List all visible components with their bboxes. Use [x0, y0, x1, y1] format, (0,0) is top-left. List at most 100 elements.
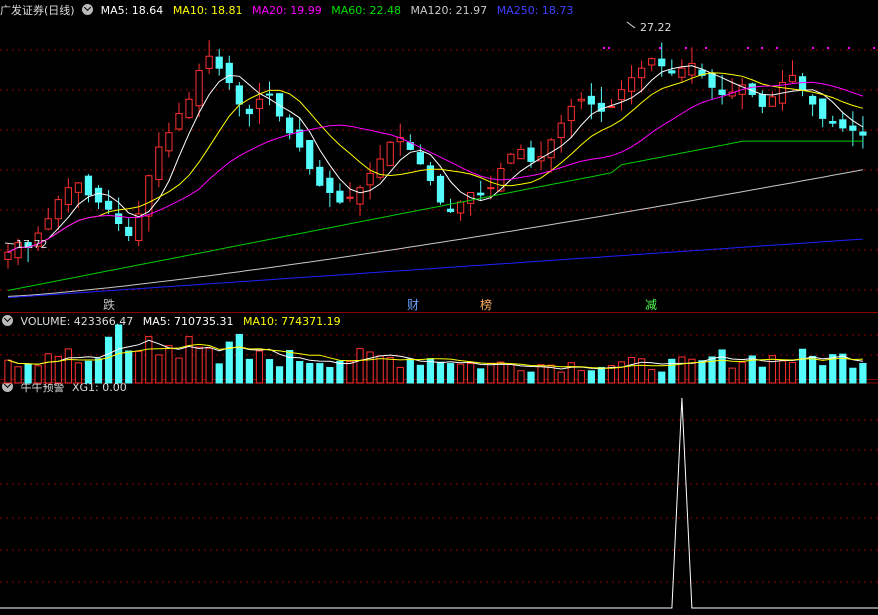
volume-bar	[175, 357, 183, 384]
volume-bar	[567, 362, 575, 384]
candle	[809, 95, 817, 105]
high-pointer	[626, 21, 636, 29]
signal-dot	[761, 47, 763, 49]
volume-bar	[84, 360, 93, 384]
candle	[688, 62, 696, 76]
volume-bar	[255, 350, 264, 384]
volume-bar	[195, 346, 203, 384]
low-pointer	[4, 242, 15, 245]
volume-bar	[165, 345, 173, 384]
volume-bar	[678, 356, 686, 384]
signal-dot	[776, 47, 778, 49]
volume-bar	[617, 361, 626, 384]
candle	[507, 153, 515, 164]
candle	[849, 125, 857, 131]
candle	[617, 89, 626, 101]
candle	[487, 187, 495, 190]
candle	[426, 165, 435, 182]
candle	[768, 96, 777, 107]
volume-bar	[557, 371, 565, 384]
volume-bar	[24, 363, 32, 384]
volume-bar	[44, 353, 52, 384]
candle	[104, 200, 113, 210]
candle	[587, 95, 595, 105]
volume-bar	[74, 362, 83, 384]
volume-bar	[135, 350, 143, 384]
xg1-signal	[0, 397, 878, 609]
candle	[819, 98, 827, 119]
volume-bar	[426, 358, 435, 384]
candle	[245, 108, 254, 115]
candle	[557, 122, 565, 139]
volume-bar	[718, 349, 726, 384]
candle	[477, 192, 485, 196]
candle	[74, 182, 83, 193]
signal-dot	[659, 47, 661, 49]
candle	[718, 89, 726, 95]
volume-bar	[346, 360, 354, 384]
candle	[165, 132, 173, 152]
candle	[215, 56, 223, 69]
volume-bar	[145, 336, 153, 384]
candle	[678, 67, 686, 78]
signal-dot	[603, 47, 605, 49]
candle	[94, 187, 103, 203]
candle	[517, 148, 525, 160]
xg1-line	[0, 397, 878, 609]
volume-bar	[507, 364, 515, 384]
volume-bar	[125, 350, 133, 384]
candle	[54, 199, 62, 220]
volume-bar	[537, 364, 545, 384]
candle	[255, 98, 264, 109]
grid-lines	[0, 49, 878, 583]
low-price-label: 17.72	[16, 238, 48, 251]
volume-bar	[758, 366, 766, 384]
candle	[436, 175, 445, 203]
volume-bar	[286, 349, 294, 384]
high-price-label: 27.22	[640, 21, 672, 34]
signal-dot	[608, 47, 610, 49]
candle	[265, 93, 274, 96]
volume-bar	[517, 370, 525, 384]
event-marker: 减	[645, 298, 657, 312]
event-marker: 跌	[103, 297, 115, 312]
volume-bar	[336, 360, 344, 384]
volume-bar	[155, 354, 163, 384]
volume-bar	[34, 365, 42, 384]
candle	[386, 141, 394, 167]
volume-bar	[64, 348, 72, 384]
volume-bar	[275, 366, 284, 384]
candle	[316, 166, 324, 186]
signal-dot	[873, 47, 875, 49]
candle	[84, 175, 93, 196]
volume-bar	[809, 355, 817, 384]
ma250-line	[7, 238, 863, 299]
volume-bar	[316, 363, 324, 384]
volume-bar	[4, 359, 12, 384]
candle	[64, 187, 72, 206]
candle	[44, 218, 52, 230]
candle	[125, 226, 133, 236]
volume-bar	[456, 363, 465, 384]
volume-bar	[376, 355, 384, 384]
volume-bar	[14, 366, 22, 384]
candle	[829, 121, 837, 124]
volume-bar	[245, 358, 254, 384]
volume-bar	[416, 364, 424, 384]
event-marker: 榜	[480, 297, 492, 312]
volume-bar	[527, 371, 535, 384]
candle	[638, 67, 646, 79]
volume-bar	[728, 367, 736, 384]
volume-bar	[406, 358, 414, 384]
candle	[235, 85, 243, 105]
volume-bar	[738, 361, 746, 384]
candle	[456, 201, 465, 214]
volume-bar	[477, 368, 485, 384]
volume-bar	[648, 369, 656, 384]
stock-chart[interactable]: 27.22 17.72 跌 财 榜 减	[0, 0, 878, 615]
candle	[788, 74, 797, 83]
volume-bar	[577, 370, 585, 384]
signal-dot	[812, 47, 814, 49]
volume-bar	[94, 358, 103, 384]
candle	[648, 58, 656, 66]
